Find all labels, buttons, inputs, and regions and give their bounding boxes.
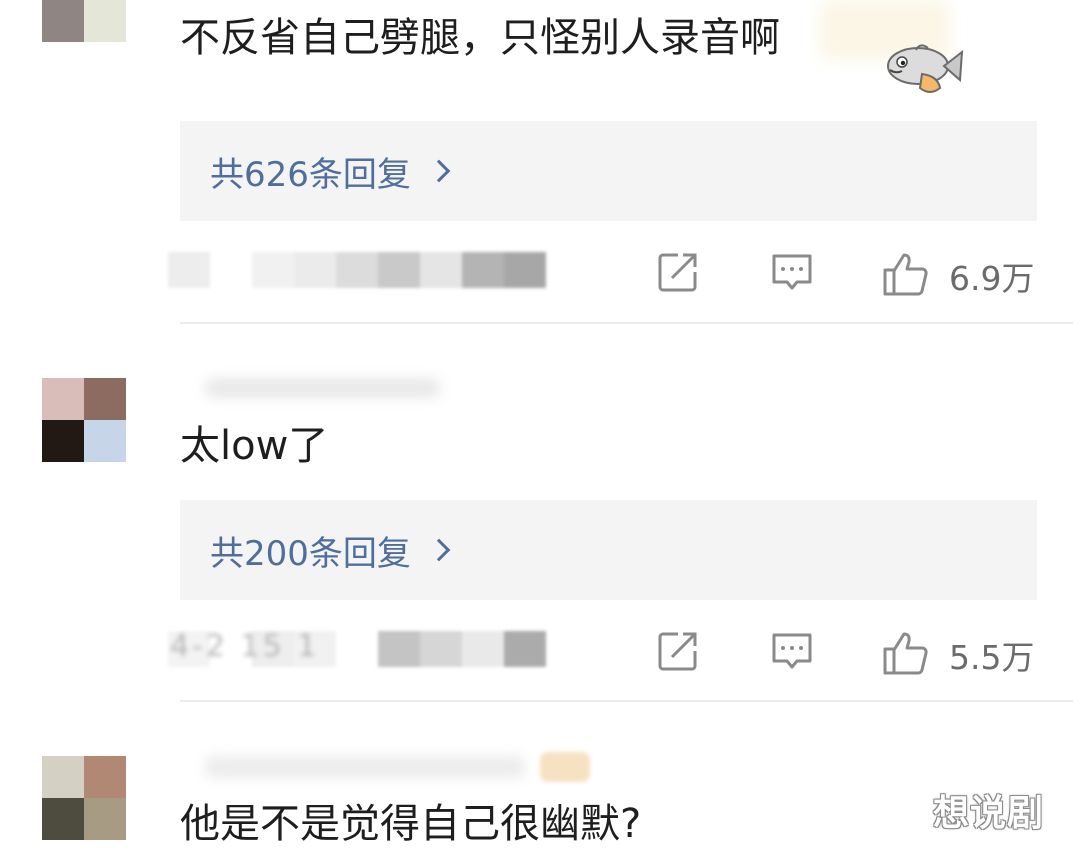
avatar-pixel [42,0,84,42]
avatar-pixel [84,798,126,840]
reply-count-label: 共200条回复 [210,533,411,574]
reply-link: 共200条回复 [210,526,451,575]
like-count: 5.5万 [949,638,1035,677]
reply-count-label: 共626条回复 [210,154,411,195]
avatar[interactable] [42,0,126,42]
avatar[interactable] [42,756,126,840]
chevron-right-icon [427,538,451,562]
share-icon[interactable] [656,250,700,298]
avatar-pixel [84,0,126,42]
blurred-timestamp: 4-2 15 1 [170,629,320,664]
reply-link: 共626条回复 [210,147,451,196]
blurred-username [205,756,525,778]
share-icon[interactable] [656,629,700,677]
avatar-pixel [42,756,84,798]
view-replies-button[interactable]: 共200条回复 [180,500,1037,600]
blurred-username [205,378,440,398]
avatar-pixel [42,420,84,462]
avatar-pixel [42,798,84,840]
comment-icon[interactable] [770,629,814,677]
chevron-right-icon [427,159,451,183]
comment-meta-row: 4-2 15 1 5.5万 [168,623,1058,683]
thumbs-up-icon[interactable] [882,250,930,302]
background-smudge [540,752,590,782]
watermark: 想说剧 [933,793,1045,834]
avatar-pixel [84,420,126,462]
comment-icon[interactable] [770,250,814,298]
avatar-pixel [42,378,84,420]
thumbs-up-icon[interactable] [882,629,930,681]
avatar[interactable] [42,378,126,462]
comment-text: 太low了 [180,423,329,469]
comment-divider [180,322,1073,324]
like-count: 6.9万 [949,259,1035,298]
comment-divider [180,700,1073,702]
blurred-meta-info [168,252,546,288]
view-replies-button[interactable]: 共626条回复 [180,121,1037,221]
avatar-pixel [84,756,126,798]
fish-emoji-icon [887,44,964,93]
avatar-pixel [84,378,126,420]
comment-text: 他是不是觉得自己很幽默? [180,801,642,847]
comment-text: 不反省自己劈腿，只怪别人录音啊 [180,15,780,61]
comment-meta-row: 6.9万 [168,244,1058,304]
